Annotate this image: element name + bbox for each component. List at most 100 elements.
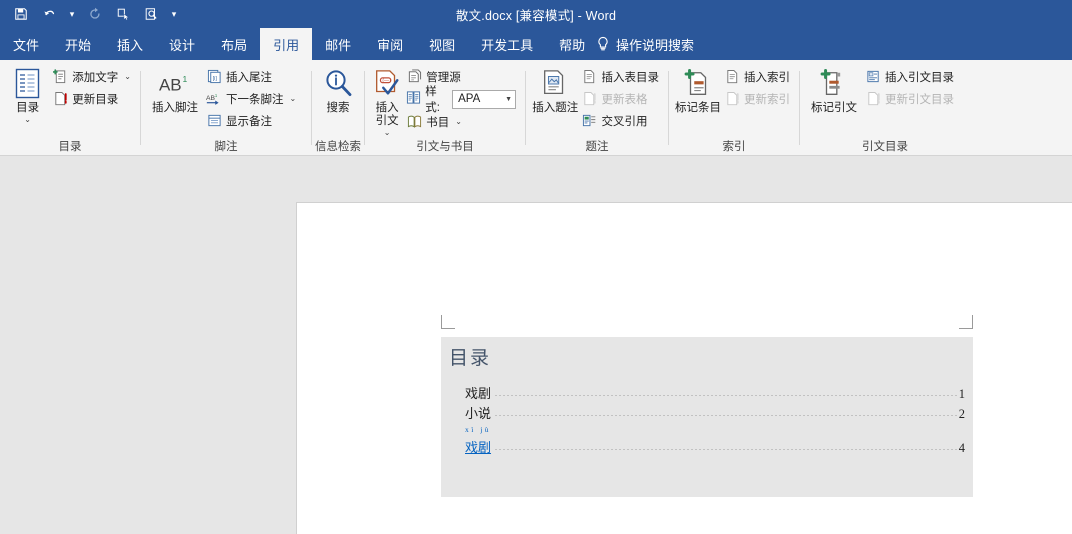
tab-10[interactable]: 帮助 <box>546 28 598 60</box>
ribbon-button-label: 插入索引 <box>744 71 790 84</box>
ribbon-button-toc-icon[interactable]: 目录 ⌄ <box>6 63 49 124</box>
update-toc-icon <box>52 91 68 107</box>
ribbon-button-mark-entry-icon[interactable]: 标记条目 <box>675 63 721 115</box>
chevron-down-icon[interactable]: ⌄ <box>24 116 31 124</box>
ribbon-button-update-index-icon: 更新索引 <box>721 88 793 109</box>
ribbon-button-label: 显示备注 <box>226 115 272 128</box>
ribbon-group-body: AB 1 插入脚注 [i] 插入尾注 AB 1 下一条脚注 ⌄ 显示备注 <box>141 60 311 138</box>
ribbon-small-buttons: 插入引文目录 更新引文目录 <box>862 63 957 109</box>
document-page[interactable]: 目录 戏剧 1 小说 2 xì jù 戏剧 4 <box>296 202 1072 534</box>
insert-endnote-icon: [i] <box>206 69 222 85</box>
ribbon-button-label: 添加文字 <box>72 71 119 84</box>
ribbon-button-insert-caption-icon[interactable]: 插入题注 <box>532 63 579 115</box>
ribbon-group-body: 插入题注 插入表目录更新表格交叉引用 <box>526 60 668 138</box>
document-area[interactable]: 目录 戏剧1小说2xì jù戏剧4 当前文档 按住 Ctrl 并单击可访问链接 … <box>0 182 1072 534</box>
style-icon <box>406 90 421 108</box>
ribbon-button-insert-footnote-icon[interactable]: AB 1 插入脚注 <box>147 63 203 115</box>
svg-text:(—): (—) <box>382 78 391 84</box>
ribbon-group-body: 搜索 <box>312 60 364 138</box>
ribbon-button-next-footnote-icon[interactable]: AB 1 下一条脚注 ⌄ <box>203 88 299 109</box>
tab-9[interactable]: 开发工具 <box>468 28 546 60</box>
update-table-of-authorities-icon <box>865 91 881 107</box>
ribbon-button-label: 更新索引 <box>744 93 790 106</box>
tab-4[interactable]: 布局 <box>208 28 260 60</box>
cross-reference-icon <box>582 113 598 129</box>
ribbon-button-label: 书目 <box>426 116 450 129</box>
chevron-down-icon[interactable]: ⌄ <box>384 129 391 137</box>
toc-page-number: 2 <box>958 407 965 421</box>
ribbon-button-insert-endnote-icon[interactable]: [i] 插入尾注 <box>203 66 299 87</box>
text-boundary-top-right <box>959 315 973 329</box>
tab-3[interactable]: 设计 <box>156 28 208 60</box>
tab-0[interactable]: 文件 <box>0 28 52 60</box>
toc-entry-text[interactable]: 戏剧 <box>465 383 491 402</box>
ribbon-group-2: 搜索 信息检索 <box>312 60 364 156</box>
mark-citation-icon <box>819 67 849 101</box>
ribbon-button-add-text-icon[interactable]: 添加文字 ⌄ <box>49 66 134 87</box>
ribbon-group-label: 脚注 <box>214 141 238 153</box>
ribbon-small-buttons: 插入索引 更新索引 <box>721 63 793 109</box>
ribbon-group-3: (—) 插入引文 ⌄ 管理源 样式: APA ▼ 书目 ⌄ 引文与书目 <box>365 60 525 156</box>
insert-caption-icon <box>540 67 570 101</box>
ribbon-button-insert-index-icon[interactable]: 插入索引 <box>721 66 793 87</box>
tab-7[interactable]: 审阅 <box>364 28 416 60</box>
toc-entry[interactable]: 戏剧 1 <box>465 383 965 403</box>
update-index-icon <box>724 91 740 107</box>
chevron-down-icon[interactable]: ⌄ <box>455 117 462 126</box>
ribbon-button-cross-reference-icon[interactable]: 交叉引用 <box>579 110 663 131</box>
ribbon-button-mark-citation-icon[interactable]: 标记引文 <box>806 63 862 115</box>
ribbon-button-show-notes-icon[interactable]: 显示备注 <box>203 110 299 131</box>
research-search-icon <box>323 67 353 101</box>
toc-entry-text[interactable]: 小说 <box>465 403 491 422</box>
toc-entry[interactable]: 小说 2 <box>465 403 965 423</box>
ribbon-button-update-table-icon: 更新表格 <box>579 88 663 109</box>
ribbon-button-label: 目录 <box>16 102 40 114</box>
tab-2[interactable]: 插入 <box>104 28 156 60</box>
ribbon-group-label: 引文与书目 <box>416 141 474 153</box>
ribbon-button-label: 标记条目 <box>675 102 721 114</box>
ribbon-group-4: 插入题注 插入表目录 更新表格 交叉引用 题注 <box>526 60 668 156</box>
ribbon-button-label: 插入题注 <box>532 102 579 114</box>
ribbon-tabs: 文件 开始 插入 设计 布局 引用 邮件 审阅 视图 开发工具 帮助 <box>0 28 598 60</box>
ribbon-button-bibliography-icon[interactable]: 书目 ⌄ <box>403 111 519 132</box>
chevron-down-icon[interactable]: ▼ <box>505 96 512 103</box>
svg-text:AB: AB <box>159 76 182 95</box>
toc-entry-text[interactable]: 戏剧 <box>465 437 491 456</box>
insert-table-of-figures-icon <box>582 69 598 85</box>
ribbon-button-update-toc-icon[interactable]: 更新目录 <box>49 88 134 109</box>
tab-5[interactable]: 引用 <box>260 28 313 60</box>
insert-table-of-authorities-icon <box>865 69 881 85</box>
ribbon-groups: 目录 ⌄ 添加文字 ⌄ 更新目录 目录 AB 1 插入脚注 [i] 插入尾注 AB 1 下一条脚注 ⌄ 显示备… <box>0 60 970 156</box>
ribbon-button-insert-citation-icon[interactable]: (—) 插入引文 ⌄ <box>371 63 403 137</box>
citation-style-dropdown[interactable]: APA ▼ <box>452 89 516 109</box>
insert-citation-icon: (—) <box>372 67 402 101</box>
ribbon-button-manage-sources-icon[interactable]: 管理源 <box>403 66 519 87</box>
svg-text:[i]: [i] <box>212 76 217 82</box>
ribbon-button-label: 搜索 <box>326 102 350 114</box>
ribbon-button-research-search-icon[interactable]: 搜索 <box>318 63 358 115</box>
tab-1[interactable]: 开始 <box>52 28 104 60</box>
ribbon-group-5: 标记条目 插入索引 更新索引 索引 <box>669 60 799 156</box>
tell-me-search[interactable]: 操作说明搜索 <box>596 28 694 60</box>
svg-text:1: 1 <box>215 93 218 98</box>
mark-entry-icon <box>683 67 713 101</box>
chevron-down-icon[interactable]: ⌄ <box>290 94 297 103</box>
tab-8[interactable]: 视图 <box>416 28 468 60</box>
ruby-annotation: xì jù <box>465 425 492 434</box>
toc-leader-dots <box>494 395 957 396</box>
chevron-down-icon[interactable]: ⌄ <box>124 72 131 81</box>
ribbon-button-insert-table-of-figures-icon[interactable]: 插入表目录 <box>579 66 663 87</box>
citation-style-row: 样式: APA ▼ <box>403 86 519 114</box>
window-title: 散文.docx [兼容模式] - Word <box>455 8 617 23</box>
svg-text:1: 1 <box>183 74 188 84</box>
ribbon-tab-bar: 文件 开始 插入 设计 布局 引用 邮件 审阅 视图 开发工具 帮助 操作说明搜索 <box>0 28 1072 60</box>
ribbon-group-body: 目录 ⌄ 添加文字 ⌄ 更新目录 <box>0 60 140 138</box>
add-text-icon <box>52 69 68 85</box>
ribbon-button-insert-table-of-authorities-icon[interactable]: 插入引文目录 <box>862 66 957 87</box>
ribbon-group-6: 标记引文 插入引文目录 更新引文目录 引文目录 <box>800 60 970 156</box>
toc-entry[interactable]: 戏剧 4 <box>465 437 965 457</box>
ruler-band: 1086422468101214161820222426283032343640… <box>0 156 1072 341</box>
ribbon-button-update-table-of-authorities-icon: 更新引文目录 <box>862 88 957 109</box>
tab-6[interactable]: 邮件 <box>312 28 364 60</box>
ribbon-button-label: 更新表格 <box>601 93 648 106</box>
